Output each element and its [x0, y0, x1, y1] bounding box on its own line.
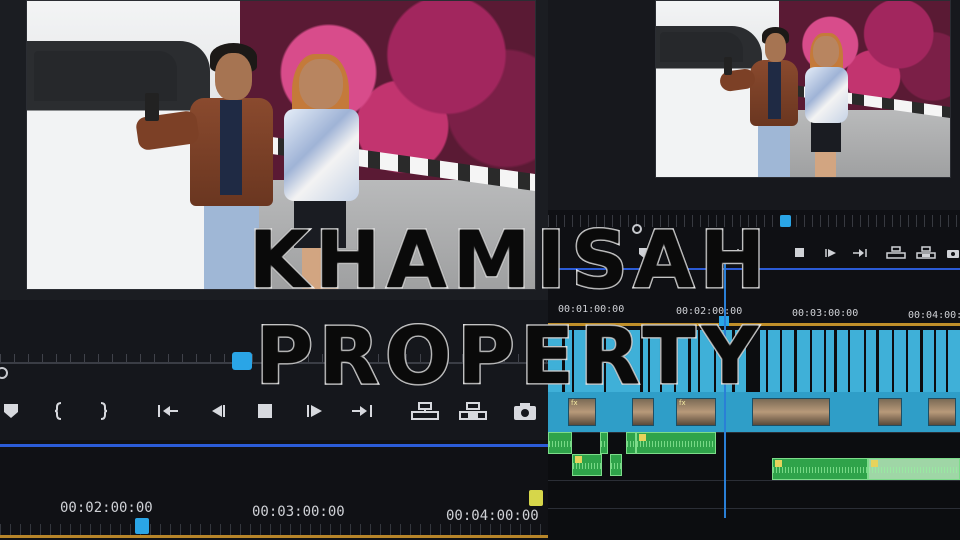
monitor-time-ruler[interactable] — [0, 340, 548, 380]
timecode-label: 00:01:00:00 — [558, 304, 625, 315]
play-icon[interactable] — [304, 400, 328, 424]
audio-clip[interactable] — [548, 432, 572, 454]
overwrite-icon[interactable] — [916, 246, 936, 264]
timecode-label: 00:04:00:00 — [908, 310, 960, 321]
export-frame-icon[interactable] — [512, 400, 540, 424]
timeline-timecodes: 00:01:00:00 00:02:00:00 00:03:00:00 00:0… — [548, 298, 960, 321]
stop-icon[interactable] — [254, 400, 278, 424]
video-clip[interactable] — [752, 398, 830, 426]
timecode-label: 00:04:00:00 — [446, 508, 539, 524]
work-area-bar[interactable] — [0, 535, 548, 538]
timeline-tracks: fx fx — [548, 330, 960, 540]
audio-clip[interactable] — [610, 454, 622, 476]
video-clip[interactable] — [878, 398, 902, 426]
marker-icon[interactable] — [2, 400, 22, 424]
mark-in-icon[interactable] — [52, 400, 72, 424]
audio-clip[interactable] — [600, 432, 608, 454]
playhead-handle[interactable] — [232, 352, 252, 370]
left-editor-panel: 00:02:00:00 00:03:00:00 00:04:00:00 — [0, 0, 548, 540]
video-clip[interactable] — [632, 398, 654, 426]
timeline-playhead[interactable] — [135, 518, 149, 534]
zoom-handle-small[interactable] — [632, 224, 642, 234]
audio-clip[interactable] — [868, 458, 960, 480]
timeline-panel: 00:02:00:00 00:03:00:00 00:04:00:00 — [0, 440, 548, 540]
marker-icon[interactable] — [638, 246, 650, 264]
video-track-v1[interactable]: fx fx — [548, 392, 960, 432]
video-track-v2[interactable] — [548, 330, 960, 392]
timecode-label: 00:02:00:00 — [676, 306, 743, 317]
audio-clip[interactable] — [626, 432, 636, 454]
go-to-out-icon[interactable] — [852, 246, 868, 264]
video-frame-image-small — [656, 1, 950, 177]
timecode-label: 00:02:00:00 — [60, 500, 153, 516]
program-monitor — [0, 0, 548, 300]
transport-controls — [0, 392, 548, 436]
work-area-bar-small[interactable] — [548, 323, 960, 326]
timeline-header-line-small — [548, 268, 960, 270]
audio-track-a1[interactable] — [548, 432, 960, 480]
right-editor-panel: 00:01:00:00 00:02:00:00 00:03:00:00 00:0… — [548, 0, 960, 540]
video-clip[interactable]: fx — [676, 398, 716, 426]
timecode-label: 00:03:00:00 — [792, 308, 859, 319]
step-back-icon[interactable] — [206, 400, 230, 424]
audio-clip[interactable] — [572, 454, 602, 476]
video-preview-frame-small — [655, 0, 951, 178]
go-to-in-icon[interactable] — [156, 400, 184, 424]
video-clip[interactable]: fx — [568, 398, 596, 426]
timecode-label: 00:03:00:00 — [252, 504, 345, 520]
audio-clip[interactable] — [772, 458, 868, 480]
video-clip[interactable] — [928, 398, 956, 426]
mark-out-icon[interactable] — [96, 400, 116, 424]
monitor-time-ruler-small[interactable] — [548, 215, 960, 227]
go-to-in-icon[interactable] — [736, 246, 752, 264]
video-editor-screenshot: 00:02:00:00 00:03:00:00 00:04:00:00 00:0… — [0, 0, 960, 540]
audio-clip[interactable] — [636, 432, 716, 454]
go-to-out-icon[interactable] — [350, 400, 378, 424]
timeline-marker[interactable] — [529, 490, 543, 506]
video-preview-frame — [26, 0, 536, 290]
stop-icon[interactable] — [794, 246, 806, 264]
playhead-handle-small[interactable] — [780, 215, 791, 227]
program-monitor-small — [548, 0, 960, 210]
insert-icon[interactable] — [410, 400, 440, 424]
transport-controls-small — [548, 240, 960, 270]
zoom-handle[interactable] — [0, 367, 8, 379]
insert-icon[interactable] — [886, 246, 906, 264]
overwrite-icon[interactable] — [458, 400, 488, 424]
play-icon[interactable] — [824, 246, 838, 264]
video-frame-image — [27, 1, 535, 289]
timeline-header-line — [0, 444, 548, 447]
timeline-playhead-line[interactable] — [724, 260, 726, 518]
export-frame-icon[interactable] — [946, 246, 960, 264]
